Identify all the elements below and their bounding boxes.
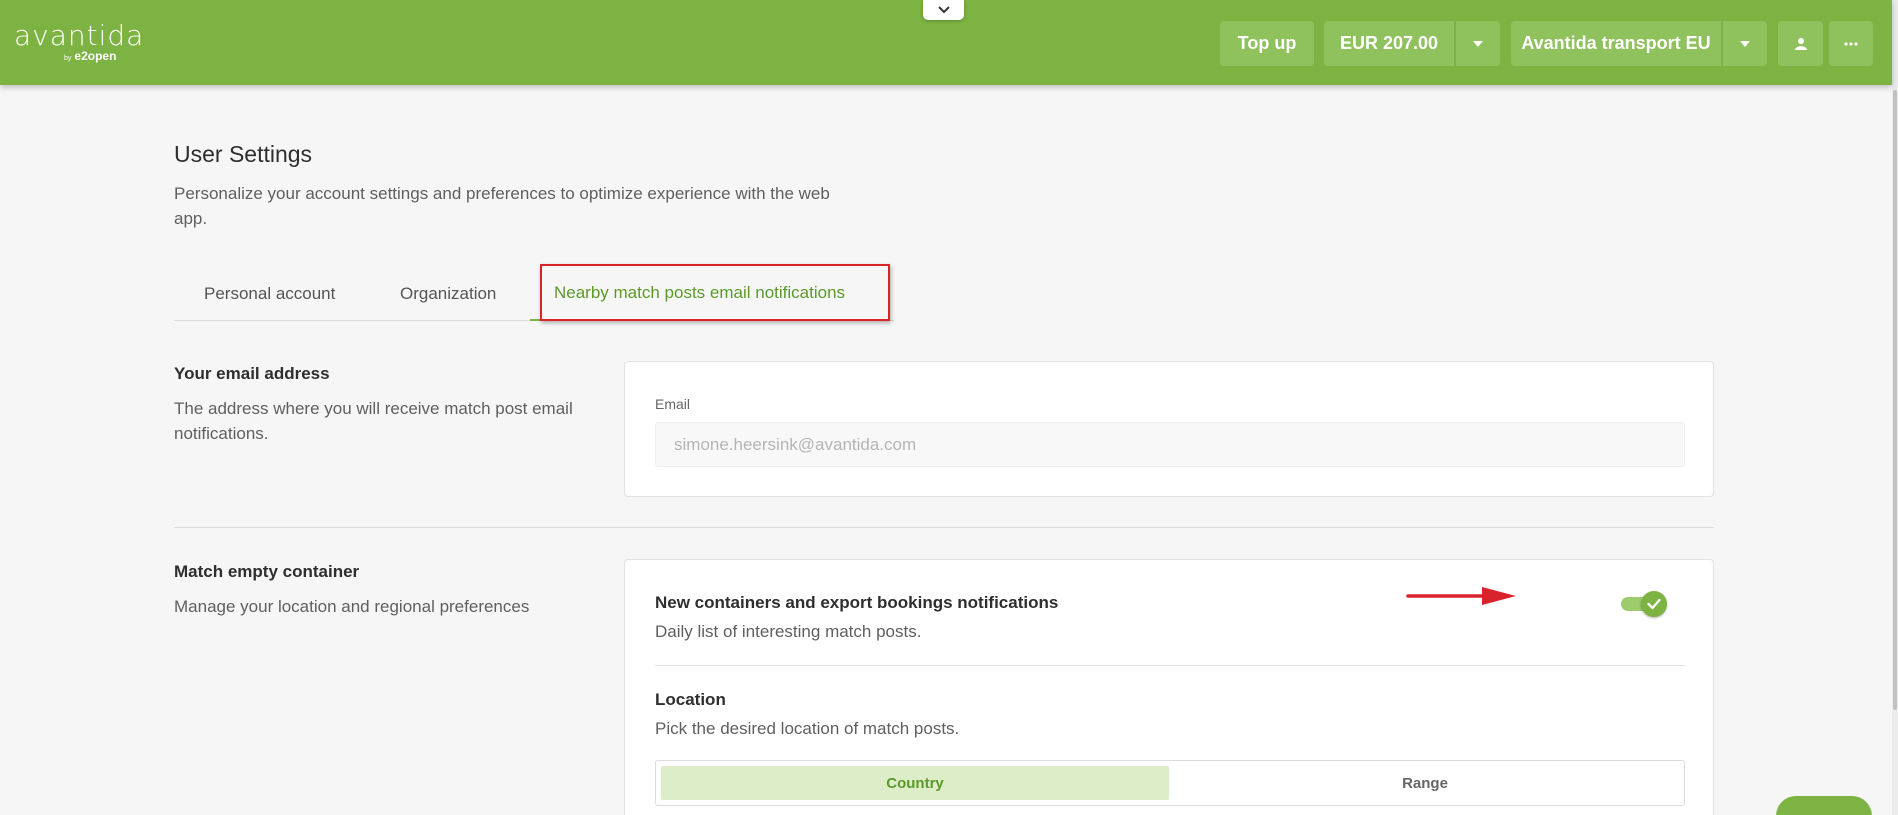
location-title: Location — [655, 690, 726, 709]
location-option-range[interactable]: Range — [1170, 766, 1680, 800]
notification-title: New containers and export bookings notif… — [655, 593, 1059, 612]
more-options-button[interactable] — [1829, 21, 1873, 66]
company-button[interactable]: Avantida transport EU — [1511, 21, 1721, 66]
notification-toggle[interactable] — [1621, 591, 1667, 617]
location-segmented-control: Country Range — [655, 760, 1685, 806]
section-divider — [174, 527, 1714, 528]
toggle-knob — [1641, 591, 1667, 617]
company-dropdown-button[interactable] — [1723, 21, 1767, 66]
email-section-title: Your email address — [174, 364, 330, 383]
top-up-button[interactable]: Top up — [1220, 21, 1314, 66]
card-divider — [655, 665, 1685, 666]
email-card: Email simone.heersink@avantida.com — [624, 361, 1714, 497]
collapse-header-button[interactable] — [923, 0, 964, 20]
balance-button[interactable]: EUR 207.00 — [1324, 21, 1454, 66]
location-option-country[interactable]: Country — [661, 766, 1169, 800]
annotation-arrow — [1406, 587, 1516, 605]
tab-nearby-match-posts[interactable]: Nearby match posts email notifications — [530, 266, 870, 321]
notification-description: Daily list of interesting match posts. — [655, 622, 922, 641]
user-icon — [1794, 37, 1807, 50]
email-section-description: The address where you will receive match… — [174, 399, 573, 443]
user-profile-button[interactable] — [1778, 21, 1823, 66]
chevron-down-icon — [937, 6, 950, 14]
help-chat-button[interactable] — [1776, 796, 1872, 815]
match-settings-card: New containers and export bookings notif… — [624, 559, 1714, 815]
email-field[interactable]: simone.heersink@avantida.com — [655, 422, 1685, 467]
scrollbar-thumb[interactable] — [1893, 90, 1897, 710]
email-field-label: Email — [655, 396, 691, 412]
avantida-logo[interactable]: avantida by e2open — [14, 19, 145, 64]
page-description: Personalize your account settings and pr… — [174, 184, 830, 228]
page-title: User Settings — [174, 141, 313, 167]
page-scrollbar[interactable] — [1892, 0, 1898, 815]
balance-dropdown-button[interactable] — [1456, 21, 1500, 66]
tab-personal-account[interactable]: Personal account — [204, 266, 335, 321]
location-description: Pick the desired location of match posts… — [655, 719, 960, 738]
logo-text: avantida — [14, 19, 145, 52]
match-section-title: Match empty container — [174, 562, 360, 581]
match-section-description: Manage your location and regional prefer… — [174, 597, 530, 616]
settings-tabs: Personal account Organization Nearby mat… — [174, 266, 894, 321]
check-icon — [1647, 598, 1661, 610]
caret-down-icon — [1473, 40, 1483, 47]
caret-down-icon — [1740, 40, 1750, 47]
logo-sub: by e2open — [64, 49, 117, 63]
tab-organization[interactable]: Organization — [400, 266, 496, 321]
top-bar: avantida by e2open Top up EUR 207.00 Avan… — [0, 0, 1892, 85]
more-horizontal-icon — [1844, 41, 1858, 46]
